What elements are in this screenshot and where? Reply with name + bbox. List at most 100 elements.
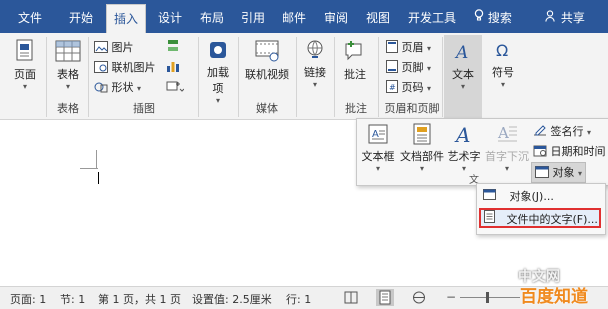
- addins-label: 加载项: [207, 66, 229, 95]
- svg-text:#: #: [389, 83, 396, 92]
- globe-link-icon: [300, 39, 330, 64]
- object-submenu: 对象(J)... 文件中的文字(F)...: [476, 183, 606, 235]
- chevron-down-icon: ▾: [65, 82, 70, 91]
- group-divider: [88, 37, 89, 117]
- quickparts-icon: [399, 123, 445, 148]
- tab-home[interactable]: 开始: [58, 0, 104, 33]
- date-time-button[interactable]: 日期和时间: [533, 143, 606, 160]
- picture-button[interactable]: 图片: [94, 39, 134, 56]
- chevron-down-icon: ▾: [578, 169, 583, 178]
- links-label: 链接: [304, 66, 326, 79]
- status-page[interactable]: 页面: 1: [10, 291, 46, 307]
- textbox-button[interactable]: A 文本框 ▾: [359, 123, 397, 173]
- text-button[interactable]: A 文本 ▾: [444, 35, 482, 119]
- zoom-slider[interactable]: [460, 297, 520, 298]
- smartart-button[interactable]: [166, 39, 180, 56]
- tab-review[interactable]: 审阅: [316, 0, 356, 33]
- object-icon: [535, 165, 549, 181]
- status-line[interactable]: 行: 1: [286, 291, 311, 307]
- addins-button[interactable]: 加载项 ▾: [202, 39, 234, 105]
- svg-text:A: A: [497, 124, 509, 142]
- search-label: 搜索: [487, 11, 512, 25]
- table-button[interactable]: 表格 ▾: [52, 39, 84, 91]
- online-video-label: 联机视频: [245, 68, 289, 81]
- tab-mailings[interactable]: 邮件: [274, 0, 314, 33]
- wordart-button[interactable]: A 艺术字 ▾: [445, 123, 483, 173]
- store-icon: [202, 39, 234, 64]
- ribbon-insert: 页面 ▾ 表格 ▾ 表格 图片 联机图片 形状 ▾ 插图 加载项 ▾ 联机视频 …: [0, 33, 608, 120]
- links-button[interactable]: 链接 ▾: [300, 39, 330, 89]
- chevron-down-icon: ▾: [504, 164, 509, 173]
- tab-developer[interactable]: 开发工具: [402, 0, 462, 33]
- online-picture-icon: [94, 60, 108, 76]
- web-layout-icon[interactable]: [412, 291, 426, 307]
- footer-button[interactable]: 页脚 ▾: [386, 59, 431, 76]
- document-icon: [484, 210, 495, 230]
- group-label-media: 媒体: [256, 102, 278, 115]
- chevron-down-icon: ▾: [427, 84, 432, 93]
- tab-file[interactable]: 文件: [8, 0, 52, 33]
- ribbon-tab-bar: 文件 开始 插入 设计 布局 引用 邮件 审阅 视图 开发工具 搜索 共享: [0, 0, 608, 33]
- print-layout-icon[interactable]: [376, 289, 394, 306]
- tab-references[interactable]: 引用: [233, 0, 273, 33]
- search-box[interactable]: 搜索: [468, 0, 518, 33]
- zoom-slider-thumb[interactable]: [486, 292, 489, 303]
- footer-icon: [386, 60, 398, 76]
- chevron-down-icon: ▾: [427, 44, 432, 53]
- status-bar: 页面: 1 节: 1 第 1 页，共 1 页 设置值: 2.5厘米 行: 1 −: [0, 286, 608, 309]
- video-icon: [242, 39, 292, 66]
- quickparts-button[interactable]: 文档部件 ▾: [399, 123, 445, 173]
- group-divider: [334, 37, 335, 117]
- header-icon: [386, 40, 398, 56]
- status-section[interactable]: 节: 1: [60, 291, 85, 307]
- calendar-icon: [533, 144, 547, 160]
- status-page-of[interactable]: 第 1 页，共 1 页: [98, 291, 181, 307]
- page-number-button[interactable]: # 页码 ▾: [386, 79, 431, 96]
- group-divider: [46, 37, 47, 117]
- menu-item-object[interactable]: 对象(J)...: [479, 187, 601, 207]
- shapes-label: 形状: [111, 81, 134, 94]
- chevron-down-icon: ▾: [137, 84, 142, 93]
- margin-corner-mark: [96, 150, 97, 168]
- text-a-icon: A: [444, 41, 482, 66]
- group-divider: [296, 37, 297, 117]
- group-label-comments: 批注: [345, 102, 367, 115]
- chart-button[interactable]: [166, 59, 180, 76]
- chevron-down-icon: ▾: [427, 64, 432, 73]
- svg-text:A: A: [454, 43, 468, 63]
- object-button[interactable]: 对象 ▾: [531, 162, 587, 183]
- table-label: 表格: [57, 68, 79, 81]
- svg-text:Ω: Ω: [496, 41, 508, 60]
- wordart-icon: A: [445, 123, 483, 148]
- comment-label: 批注: [344, 68, 366, 81]
- group-label-illustrations: 插图: [133, 102, 155, 115]
- tab-design[interactable]: 设计: [150, 0, 190, 33]
- pages-button[interactable]: 页面 ▾: [8, 39, 42, 91]
- share-button[interactable]: 共享: [540, 0, 590, 33]
- status-setting[interactable]: 设置值: 2.5厘米: [192, 291, 272, 307]
- dropcap-label: 首字下沉: [485, 150, 529, 163]
- menu-item-object-label: 对象(J)...: [509, 190, 554, 203]
- online-picture-button[interactable]: 联机图片: [94, 59, 156, 76]
- lightbulb-icon: [474, 0, 484, 36]
- chevron-down-icon: ▾: [215, 96, 220, 105]
- online-video-button[interactable]: 联机视频: [242, 39, 292, 82]
- group-label-header-footer: 页眉和页脚: [384, 102, 440, 115]
- chevron-down-icon: ▾: [460, 82, 465, 91]
- header-button[interactable]: 页眉 ▾: [386, 39, 431, 56]
- read-mode-icon[interactable]: [344, 291, 358, 307]
- tab-view[interactable]: 视图: [358, 0, 398, 33]
- symbol-button[interactable]: Ω 符号 ▾: [486, 39, 520, 89]
- tab-insert[interactable]: 插入: [106, 4, 146, 33]
- dropcap-button[interactable]: A 首字下沉 ▾: [485, 123, 529, 173]
- menu-item-text-from-file[interactable]: 文件中的文字(F)...: [479, 208, 601, 228]
- signature-line-button[interactable]: 签名行 ▾: [533, 123, 591, 140]
- table-icon: [52, 39, 84, 66]
- chevron-down-icon: ▾: [500, 80, 505, 89]
- zoom-out-button[interactable]: −: [446, 290, 456, 304]
- screenshot-button[interactable]: [166, 79, 185, 96]
- shapes-button[interactable]: 形状 ▾: [94, 79, 141, 96]
- tab-layout[interactable]: 布局: [192, 0, 232, 33]
- smartart-icon: [166, 40, 180, 56]
- comment-button[interactable]: 批注: [338, 39, 372, 82]
